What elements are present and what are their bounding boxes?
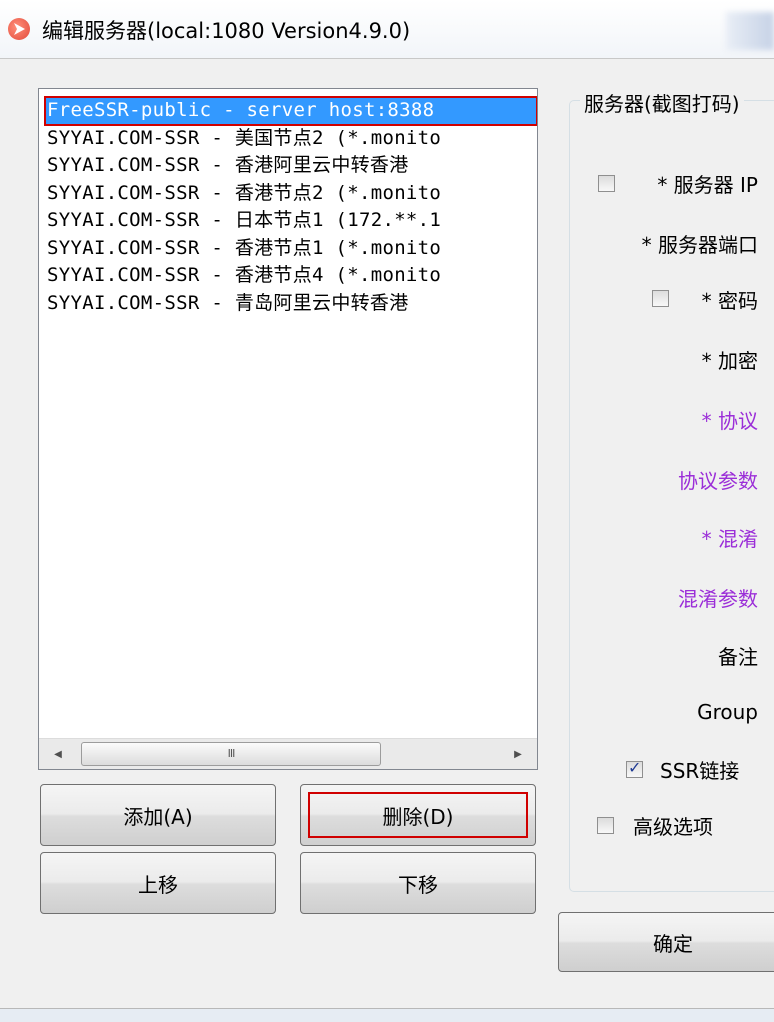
protocol-label: * 协议: [701, 409, 758, 433]
scroll-grip: III: [227, 747, 236, 760]
server-list[interactable]: FreeSSR-public - server host:8388 SYYAI.C…: [38, 88, 538, 770]
server-list-item[interactable]: FreeSSR-public - server host:8388: [44, 96, 537, 126]
remarks-label: 备注: [718, 645, 758, 669]
server-list-item[interactable]: SYYAI.COM-SSR - 青岛阿里云中转香港: [45, 290, 537, 318]
server-group-title: 服务器(截图打码): [580, 88, 744, 117]
password-label: * 密码: [701, 289, 758, 313]
server-list-item[interactable]: SYYAI.COM-SSR - 香港节点4 (*.monito: [45, 262, 537, 290]
server-list-item[interactable]: SYYAI.COM-SSR - 香港阿里云中转香港: [45, 152, 537, 180]
obfs-param-label: 混淆参数: [678, 587, 758, 611]
server-list-items: FreeSSR-public - server host:8388 SYYAI.C…: [44, 96, 537, 318]
move-down-button[interactable]: 下移: [300, 852, 536, 914]
bottom-strip: [0, 1009, 774, 1022]
encryption-label: * 加密: [701, 349, 758, 373]
server-list-item[interactable]: SYYAI.COM-SSR - 美国节点2 (*.monito: [45, 125, 537, 153]
server-list-item[interactable]: SYYAI.COM-SSR - 香港节点1 (*.monito: [45, 235, 537, 263]
server-ip-checkbox[interactable]: [598, 175, 615, 192]
title-divider: [0, 58, 774, 59]
protocol-param-label: 协议参数: [678, 469, 758, 493]
arrow-right-icon[interactable]: ▶: [499, 739, 537, 769]
title-bar: 编辑服务器(local:1080 Version4.9.0): [0, 0, 774, 58]
window-title: 编辑服务器(local:1080 Version4.9.0): [42, 19, 411, 43]
ok-button[interactable]: 确定: [558, 912, 774, 972]
paper-plane-icon: [8, 18, 30, 40]
window-controls[interactable]: [726, 12, 774, 50]
password-checkbox[interactable]: [652, 290, 669, 307]
ssr-link-label: SSR链接: [660, 759, 740, 783]
group-label: Group: [697, 700, 758, 724]
ssr-link-checkbox[interactable]: [626, 758, 643, 778]
add-button[interactable]: 添加(A): [40, 784, 276, 846]
server-port-label: * 服务器端口: [641, 233, 758, 257]
move-up-button[interactable]: 上移: [40, 852, 276, 914]
server-list-item[interactable]: SYYAI.COM-SSR - 日本节点1 (172.**.1: [45, 207, 537, 235]
scroll-thumb[interactable]: III: [81, 742, 381, 766]
server-list-item[interactable]: SYYAI.COM-SSR - 香港节点2 (*.monito: [45, 180, 537, 208]
arrow-left-icon[interactable]: ◀: [39, 739, 77, 769]
delete-button[interactable]: 删除(D): [300, 784, 536, 846]
advanced-options-label: 高级选项: [633, 815, 713, 839]
advanced-options-checkbox[interactable]: [597, 817, 614, 834]
server-ip-label: * 服务器 IP: [657, 173, 758, 197]
horizontal-scrollbar[interactable]: ◀ III ▶: [39, 738, 537, 769]
obfs-label: * 混淆: [701, 527, 758, 551]
